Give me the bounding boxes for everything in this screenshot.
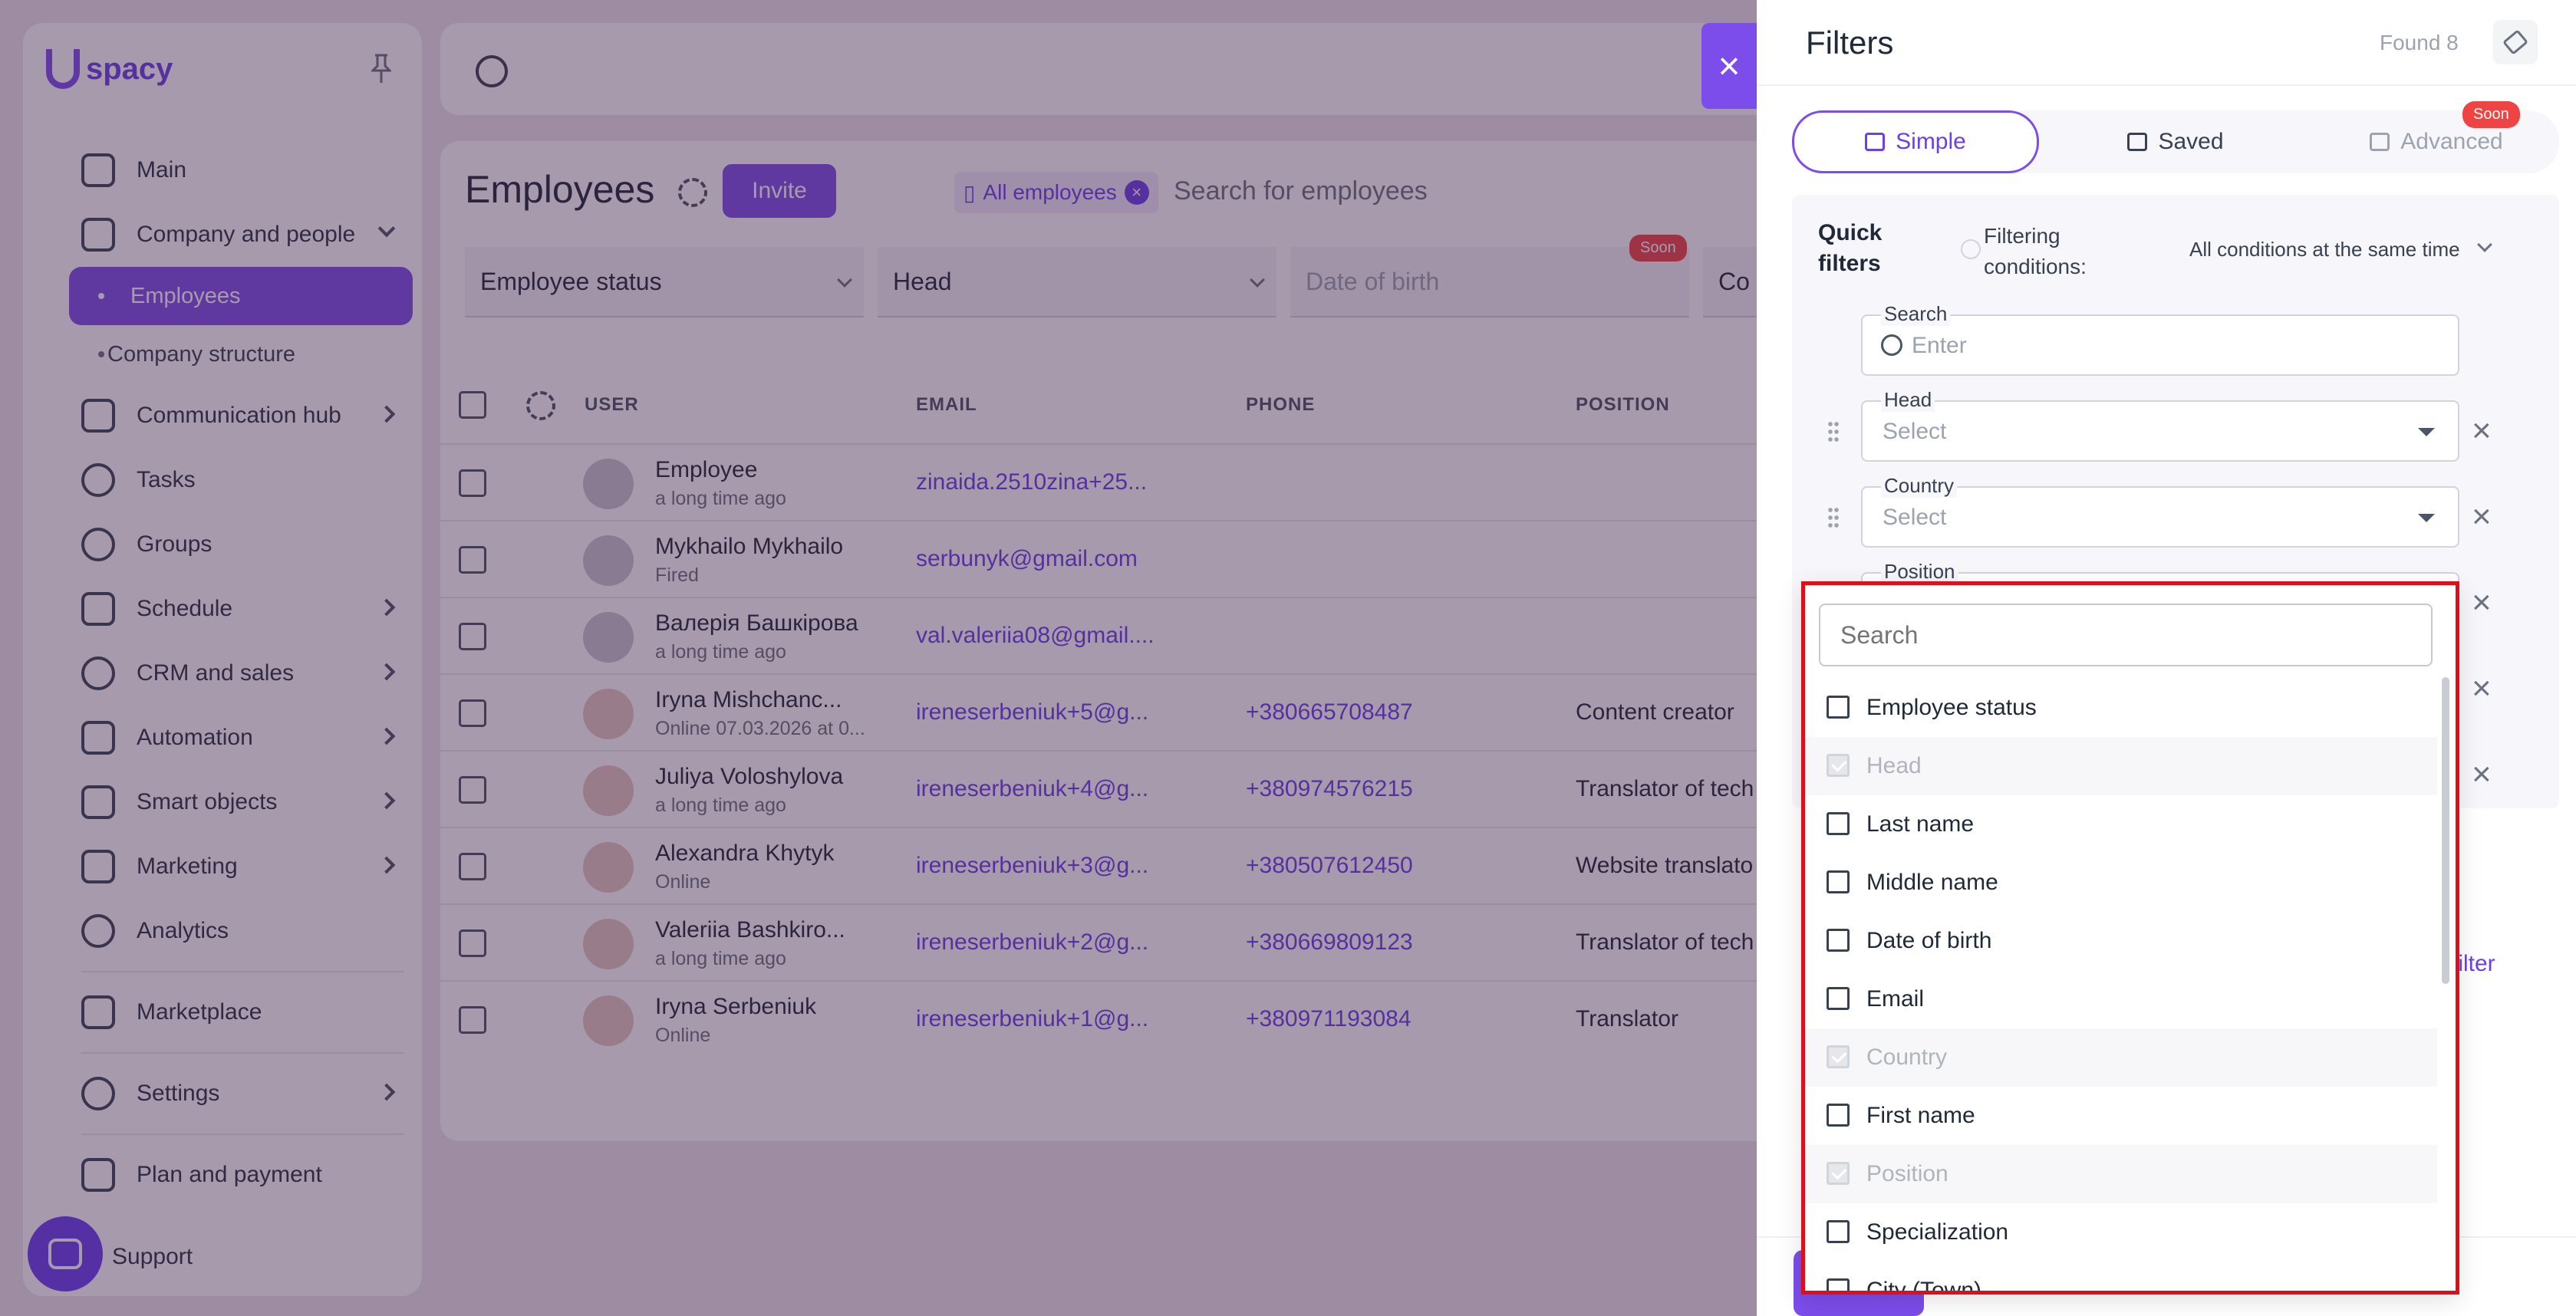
checkbox[interactable] (1827, 929, 1850, 952)
eraser-icon (2502, 29, 2529, 55)
option-middle-name[interactable]: Middle name (1805, 854, 2437, 912)
filters-title: Filters (1806, 25, 1894, 61)
soon-badge: Soon (2462, 101, 2520, 128)
filter-icon (2370, 133, 2390, 151)
filtering-conditions-label: Filtering conditions: (1984, 224, 2087, 278)
filters-header: Filters Found 8 (1757, 0, 2576, 86)
option-label: Middle name (1866, 870, 1998, 895)
option-label: Specialization (1866, 1219, 2009, 1245)
option-label: City (Town) (1866, 1278, 1982, 1295)
checkbox[interactable] (1827, 1220, 1850, 1243)
tab-label: Simple (1896, 129, 1966, 154)
checkbox-checked-disabled (1827, 754, 1850, 777)
checkbox[interactable] (1827, 987, 1850, 1010)
sliders-icon (1865, 133, 1886, 151)
select-placeholder: Select (1883, 505, 1947, 530)
info-icon (1961, 239, 1981, 259)
tab-advanced[interactable]: Advanced (2314, 110, 2559, 173)
close-panel-button[interactable]: × (1701, 23, 1757, 109)
filtering-conditions-select[interactable]: All conditions at the same time (2189, 238, 2460, 262)
field-label: Search (1881, 302, 1951, 326)
remove-filter-icon[interactable]: × (2472, 586, 2492, 620)
option-label: Employee status (1866, 695, 2037, 720)
option-date-of-birth[interactable]: Date of birth (1805, 912, 2437, 970)
tab-simple[interactable]: Simple (1792, 110, 2039, 173)
option-label: Email (1866, 986, 1925, 1012)
tab-label: Saved (2158, 129, 2224, 154)
dropdown-options: Employee status Head Last name Middle na… (1805, 679, 2437, 1295)
option-email[interactable]: Email (1805, 970, 2437, 1028)
field-label: Position (1881, 560, 1958, 584)
close-icon: × (1718, 44, 1741, 87)
option-country: Country (1805, 1028, 2437, 1087)
drag-handle-icon[interactable] (1827, 506, 1840, 529)
app-root: spacy Main Company and people Employees … (0, 0, 2576, 1316)
head-select[interactable]: Head Select (1861, 388, 2459, 462)
field-label: Country (1881, 474, 1958, 498)
search-field[interactable]: Search Enter (1861, 302, 2459, 376)
search-input[interactable]: Enter (1912, 333, 1967, 359)
field-label: Head (1881, 388, 1935, 412)
quick-filters-title: Quick filters (1818, 220, 1883, 276)
modal-overlay[interactable] (0, 0, 1757, 1316)
field-select-dropdown: Employee status Head Last name Middle na… (1801, 581, 2459, 1295)
tab-label: Advanced (2400, 129, 2503, 154)
option-position: Position (1805, 1145, 2437, 1203)
option-city-town[interactable]: City (Town) (1805, 1262, 2437, 1295)
option-label: Date of birth (1866, 928, 1992, 953)
checkbox[interactable] (1827, 696, 1850, 719)
clear-filters-button[interactable] (2493, 20, 2538, 64)
caret-down-icon (2418, 428, 2435, 436)
option-specialization[interactable]: Specialization (1805, 1203, 2437, 1262)
option-label: First name (1866, 1103, 1975, 1128)
remove-filter-icon[interactable]: × (2472, 672, 2492, 706)
search-icon (1881, 334, 1902, 356)
remove-filter-icon[interactable]: × (2472, 758, 2492, 791)
dropdown-search-input[interactable] (1819, 604, 2433, 666)
remove-filter-icon[interactable]: × (2472, 500, 2492, 534)
remove-filter-icon[interactable]: × (2472, 414, 2492, 448)
option-head: Head (1805, 737, 2437, 795)
checkbox[interactable] (1827, 870, 1850, 893)
checkbox-checked-disabled (1827, 1162, 1850, 1185)
checkbox[interactable] (1827, 1104, 1850, 1127)
checkbox[interactable] (1827, 1278, 1850, 1291)
checkbox[interactable] (1827, 812, 1850, 835)
option-label: Last name (1866, 811, 1975, 837)
drag-handle-icon[interactable] (1827, 420, 1840, 443)
option-first-name[interactable]: First name (1805, 1087, 2437, 1145)
caret-down-icon (2418, 514, 2435, 522)
option-last-name[interactable]: Last name (1805, 795, 2437, 854)
select-placeholder: Select (1883, 419, 1947, 444)
option-employee-status[interactable]: Employee status (1805, 679, 2437, 737)
checkbox-checked-disabled (1827, 1045, 1850, 1068)
country-select[interactable]: Country Select (1861, 474, 2459, 548)
option-label: Head (1866, 753, 1922, 778)
filter-tabs: Simple Saved Advanced (1792, 110, 2559, 173)
dropdown-scrollbar[interactable] (2442, 677, 2449, 984)
option-label: Position (1866, 1161, 1948, 1186)
tab-saved[interactable]: Saved (2053, 110, 2298, 173)
bookmark-icon (2127, 133, 2148, 151)
option-label: Country (1866, 1045, 1948, 1070)
found-count: Found 8 (2380, 31, 2459, 54)
